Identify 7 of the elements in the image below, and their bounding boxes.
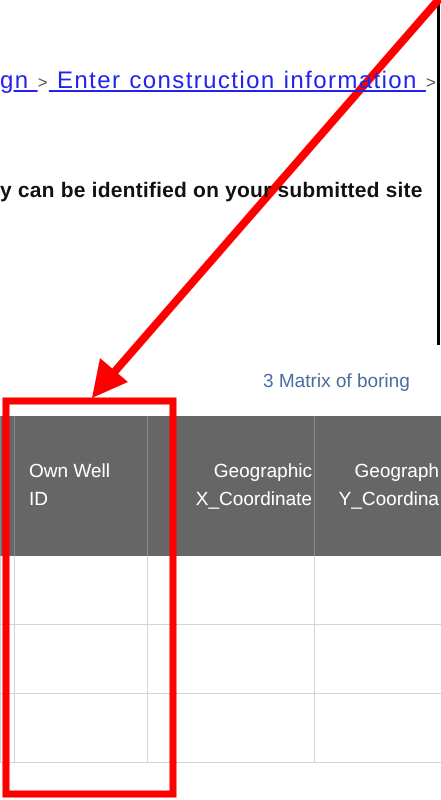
table-header-cell: Own Well ID — [14, 416, 147, 556]
table-header-cell: Geographic X_Coordinate — [147, 416, 314, 556]
breadcrumb-separator: > — [426, 73, 438, 93]
breadcrumb-separator: > — [38, 73, 49, 93]
breadcrumb-link[interactable]: gn — [0, 67, 38, 95]
table-header-cell: Geograph Y_Coordina — [314, 416, 441, 556]
table-caption: 3 Matrix of boring — [263, 371, 410, 392]
